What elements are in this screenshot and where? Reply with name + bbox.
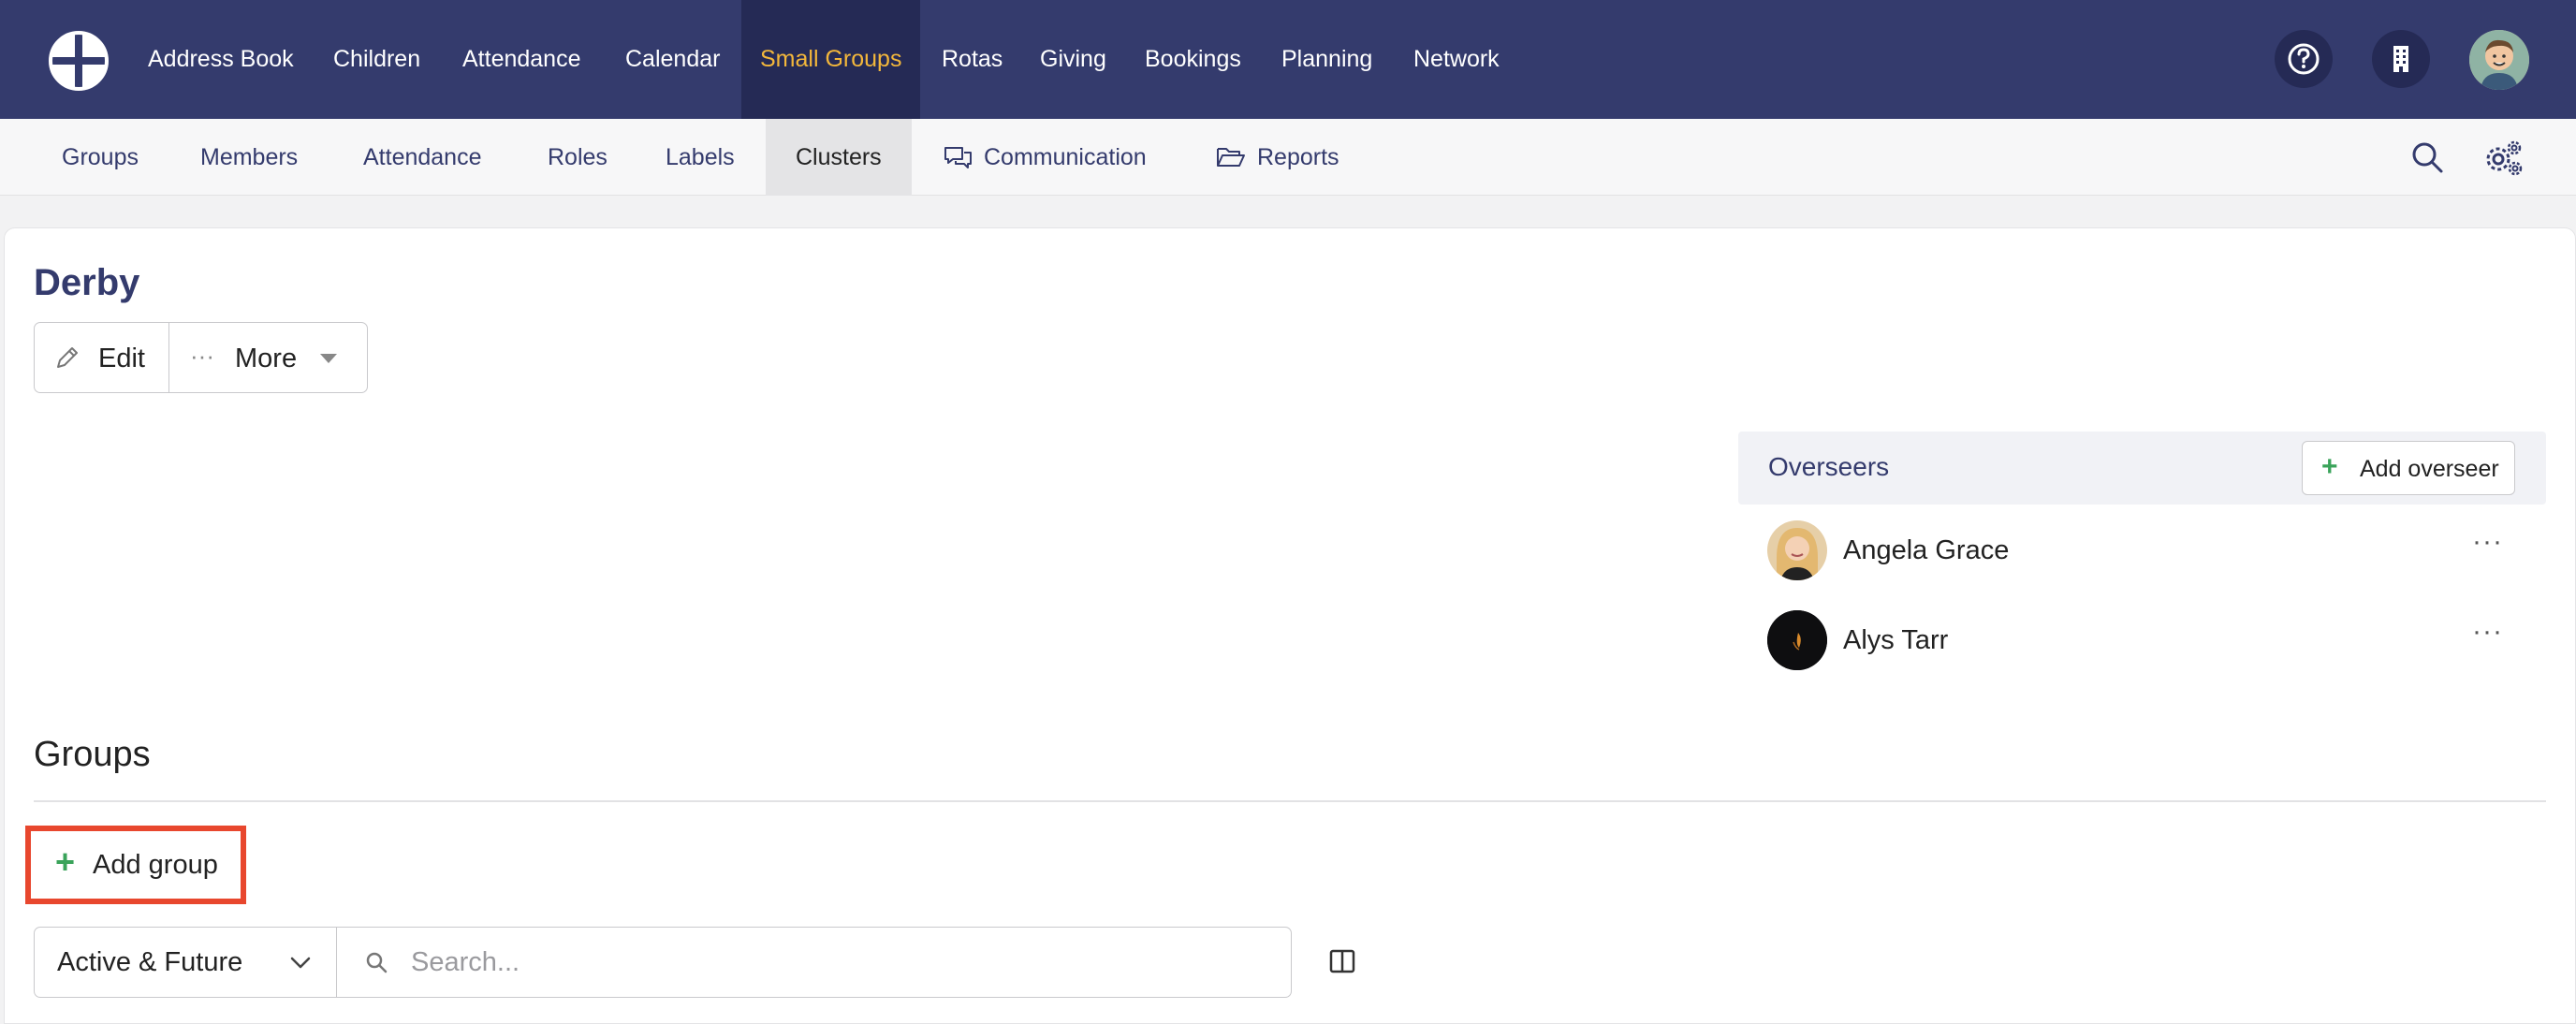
plus-icon: +: [55, 842, 76, 881]
nav-address-book[interactable]: Address Book: [148, 0, 294, 119]
subnav-roles[interactable]: Roles: [548, 119, 607, 196]
subnav-labels[interactable]: Labels: [666, 119, 735, 196]
more-button-label: More: [235, 344, 298, 373]
nav-planning[interactable]: Planning: [1281, 0, 1372, 119]
top-nav-bar: Address Book Children Attendance Calenda…: [0, 0, 2576, 119]
nav-giving[interactable]: Giving: [1040, 0, 1106, 119]
groups-section-title: Groups: [34, 735, 151, 774]
overseers-title: Overseers: [1768, 452, 1890, 481]
status-filter-value: Active & Future: [57, 947, 243, 977]
chat-bubbles-icon: [944, 147, 972, 168]
subnav-attendance[interactable]: Attendance: [363, 119, 482, 196]
nav-attendance[interactable]: Attendance: [462, 0, 581, 119]
group-filter-bar: Active & Future Search...: [34, 927, 1292, 998]
app-logo-icon[interactable]: [48, 30, 110, 92]
subnav-groups[interactable]: Groups: [62, 119, 139, 196]
section-divider: [34, 800, 2546, 802]
overseer-avatar[interactable]: [1767, 610, 1827, 670]
ellipsis-icon: ···: [190, 342, 214, 370]
columns-toggle-icon[interactable]: [1328, 947, 1356, 975]
user-avatar[interactable]: [2469, 30, 2529, 90]
building-icon: [2393, 46, 2408, 72]
folder-open-icon: [1217, 148, 1245, 167]
overseer-name[interactable]: Alys Tarr: [1843, 625, 1948, 656]
nav-network[interactable]: Network: [1413, 0, 1500, 119]
nav-small-groups[interactable]: Small Groups: [741, 0, 921, 119]
group-search-input[interactable]: Search...: [411, 947, 520, 978]
caret-down-icon: [320, 354, 337, 363]
more-button[interactable]: ··· More: [169, 323, 368, 392]
add-group-button[interactable]: + Add group: [25, 826, 246, 904]
search-icon[interactable]: [2409, 139, 2445, 175]
settings-gears-icon[interactable]: [2482, 138, 2524, 177]
add-overseer-label: Add overseer: [2360, 456, 2499, 482]
add-overseer-button[interactable]: + Add overseer: [2302, 441, 2515, 495]
angela-avatar-image: [1767, 520, 1827, 580]
plus-icon: +: [2321, 451, 2338, 482]
nav-rotas[interactable]: Rotas: [942, 0, 1003, 119]
add-group-label: Add group: [93, 850, 218, 880]
status-filter-select[interactable]: Active & Future: [35, 928, 336, 997]
edit-button[interactable]: Edit: [35, 323, 168, 392]
question-circle-icon: [2288, 43, 2320, 75]
alys-avatar-image: [1767, 610, 1827, 670]
overseer-name[interactable]: Angela Grace: [1843, 535, 2009, 566]
overseer-avatar[interactable]: [1767, 520, 1827, 580]
user-avatar-image: [2469, 30, 2529, 90]
subnav-reports[interactable]: Reports: [1257, 119, 1339, 196]
help-button[interactable]: [2275, 30, 2333, 88]
nav-children[interactable]: Children: [333, 0, 420, 119]
subnav-members[interactable]: Members: [200, 119, 298, 196]
chevron-down-icon: [290, 957, 311, 969]
edit-button-label: Edit: [98, 344, 145, 373]
filter-divider: [336, 928, 337, 997]
pencil-icon: [57, 347, 78, 368]
nav-bookings[interactable]: Bookings: [1145, 0, 1241, 119]
search-icon: [366, 952, 388, 973]
nav-calendar[interactable]: Calendar: [625, 0, 720, 119]
overseer-menu-icon[interactable]: ···: [2472, 526, 2503, 558]
organisation-button[interactable]: [2372, 30, 2430, 88]
action-button-group: Edit ··· More: [34, 322, 368, 393]
subnav-communication[interactable]: Communication: [984, 119, 1147, 196]
content-card: [4, 227, 2576, 1024]
sub-nav-bar: Groups Members Attendance Roles Labels C…: [0, 119, 2576, 196]
subnav-clusters[interactable]: Clusters: [766, 119, 912, 196]
page-title: Derby: [34, 262, 140, 303]
overseer-menu-icon[interactable]: ···: [2472, 616, 2503, 648]
